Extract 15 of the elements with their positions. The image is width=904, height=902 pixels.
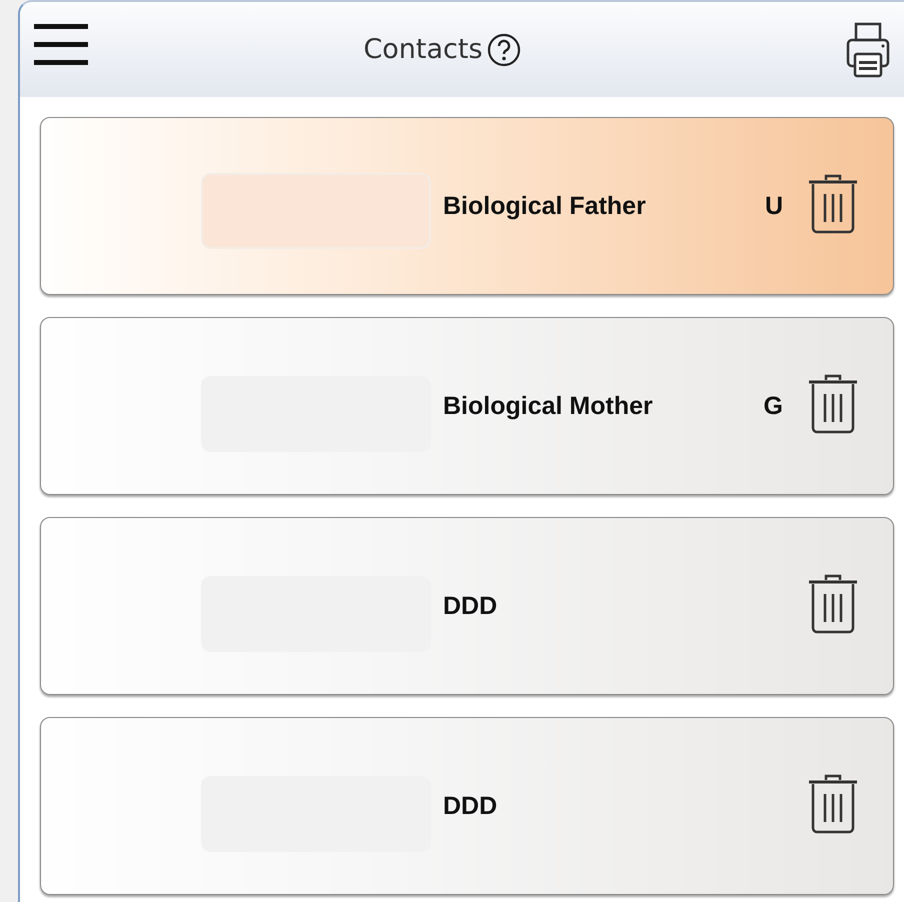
contact-card[interactable]: Biological Mother G <box>40 317 894 495</box>
contact-card[interactable]: DDD <box>40 717 894 895</box>
contact-card[interactable]: Biological Father U <box>40 117 894 295</box>
menu-icon <box>34 22 88 66</box>
contact-relationship: DDD <box>443 792 498 820</box>
help-icon[interactable] <box>486 32 521 66</box>
header-title: Contacts <box>363 34 483 65</box>
contact-relationship: Biological Mother <box>443 392 653 420</box>
contact-code: U <box>764 192 783 220</box>
contact-card[interactable]: DDD <box>40 517 894 695</box>
contact-relationship: DDD <box>443 592 498 620</box>
printer-icon <box>846 22 890 80</box>
menu-button[interactable] <box>34 22 88 66</box>
contact-relationship: Biological Father <box>443 192 646 220</box>
contact-code: G <box>764 392 783 420</box>
